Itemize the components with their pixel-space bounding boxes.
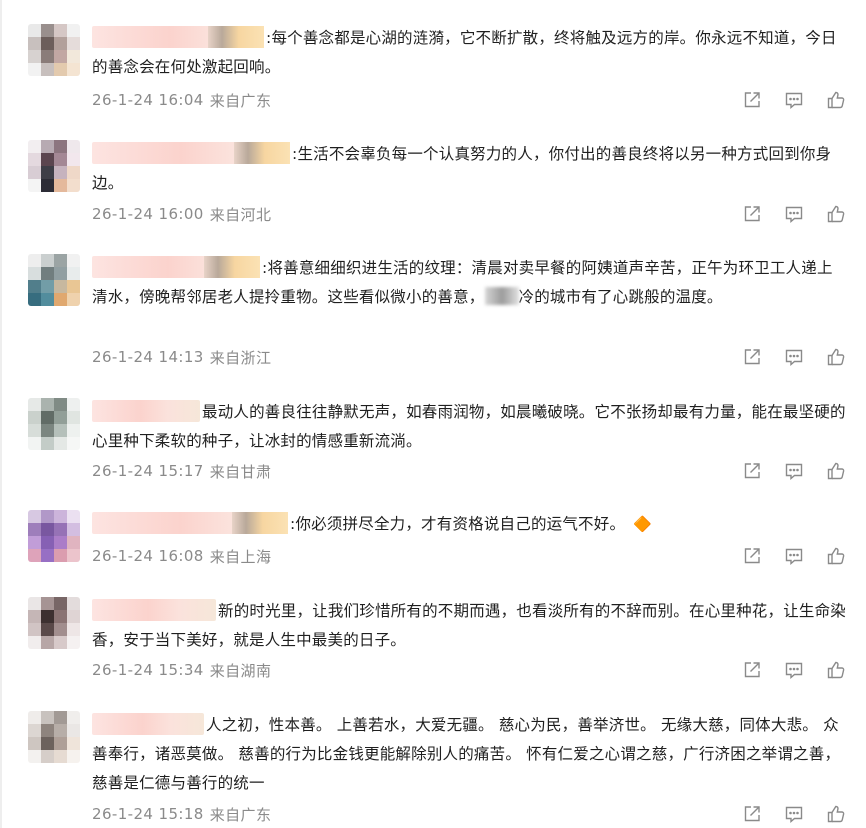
like-icon[interactable] [826, 546, 846, 566]
comment-text: :你必须拼尽全力，才有资格说自己的运气不好。 🔶 [92, 510, 846, 539]
comment-location: 来自河北 [209, 205, 272, 224]
comment-time: 26-1-24 16:00 [92, 205, 204, 223]
comment-icon[interactable] [784, 546, 804, 566]
avatar[interactable] [28, 510, 80, 562]
comment-location: 来自浙江 [209, 348, 272, 367]
avatar[interactable] [28, 254, 80, 306]
avatar[interactable] [28, 398, 80, 450]
like-icon[interactable] [826, 804, 846, 824]
username[interactable] [92, 399, 200, 422]
like-icon[interactable] [826, 347, 846, 367]
comment-location: 来自广东 [209, 805, 272, 824]
comment-actions [742, 202, 846, 226]
share-icon[interactable] [742, 660, 762, 680]
avatar[interactable] [28, 711, 80, 763]
comment-item: :将善意细细织进生活的纹理：清晨对卖早餐的阿姨道声辛苦，正午为环卫工人递上清水，… [2, 254, 866, 374]
share-icon[interactable] [742, 804, 762, 824]
comment-item: 人之初，性本善。 上善若水，大爱无疆。 慈心为民，善举济世。 无缘大慈，同体大悲… [2, 711, 866, 826]
like-icon[interactable] [826, 90, 846, 110]
comment-actions [742, 544, 846, 568]
share-icon[interactable] [742, 461, 762, 481]
share-icon[interactable] [742, 347, 762, 367]
comment-actions [742, 88, 846, 112]
avatar[interactable] [28, 597, 80, 649]
comment-location: 来自广东 [209, 91, 272, 110]
comment-text: :生活不会辜负每一个认真努力的人，你付出的善良终将以另一种方式回到你身边。 [92, 140, 846, 198]
share-icon[interactable] [742, 546, 762, 566]
comment-item: :每个善念都是心湖的涟漪，它不断扩散，终将触及远方的岸。你永远不知道，今日的善念… [2, 24, 866, 119]
comment-time: 26-1-24 15:18 [92, 805, 204, 823]
comment-time: 26-1-24 15:34 [92, 661, 204, 679]
avatar[interactable] [28, 140, 80, 192]
share-icon[interactable] [742, 204, 762, 224]
comment-time: 26-1-24 16:08 [92, 547, 204, 565]
comment-location: 来自湖南 [209, 661, 272, 680]
like-icon[interactable] [826, 461, 846, 481]
like-icon[interactable] [826, 204, 846, 224]
comment-text: 新的时光里，让我们珍惜所有的不期而遇，也看淡所有的不辞而别。在心里种花，让生命染… [92, 597, 846, 655]
username[interactable] [92, 141, 290, 164]
comment-location: 来自上海 [209, 547, 272, 566]
like-icon[interactable] [826, 660, 846, 680]
comment-item: :生活不会辜负每一个认真努力的人，你付出的善良终将以另一种方式回到你身边。 26… [2, 140, 866, 235]
comment-actions [742, 345, 846, 369]
comment-icon[interactable] [784, 90, 804, 110]
comment-icon[interactable] [784, 461, 804, 481]
comment-time: 26-1-24 15:17 [92, 462, 204, 480]
username[interactable] [92, 712, 204, 735]
comment-text: :将善意细细织进生活的纹理：清晨对卖早餐的阿姨道声辛苦，正午为环卫工人递上清水，… [92, 254, 846, 312]
comment-text: 人之初，性本善。 上善若水，大爱无疆。 慈心为民，善举济世。 无缘大慈，同体大悲… [92, 711, 846, 798]
comment-time: 26-1-24 14:13 [92, 348, 204, 366]
comment-feed: :每个善念都是心湖的涟漪，它不断扩散，终将触及远方的岸。你永远不知道，今日的善念… [0, 0, 866, 828]
comment-icon[interactable] [784, 660, 804, 680]
comment-time: 26-1-24 16:04 [92, 91, 204, 109]
comment-icon[interactable] [784, 347, 804, 367]
avatar[interactable] [28, 24, 80, 76]
username[interactable] [92, 598, 216, 621]
diamond-emoji-icon: 🔶 [633, 515, 653, 533]
comment-actions [742, 459, 846, 483]
comment-item: 新的时光里，让我们珍惜所有的不期而遇，也看淡所有的不辞而别。在心里种花，让生命染… [2, 597, 866, 692]
comment-item: :你必须拼尽全力，才有资格说自己的运气不好。 🔶 26-1-24 16:08 来自… [2, 510, 866, 580]
comment-actions [742, 802, 846, 826]
username[interactable] [92, 255, 260, 278]
comment-icon[interactable] [784, 804, 804, 824]
username[interactable] [92, 511, 288, 534]
comment-text: :每个善念都是心湖的涟漪，它不断扩散，终将触及远方的岸。你永远不知道，今日的善念… [92, 24, 846, 82]
comment-icon[interactable] [784, 204, 804, 224]
comment-location: 来自甘肃 [209, 462, 272, 481]
blurred-text [484, 286, 519, 305]
comment-actions [742, 658, 846, 682]
comment-text: 最动人的善良往往静默无声，如春雨润物，如晨曦破晓。它不张扬却最有力量，能在最坚硬… [92, 398, 846, 456]
username[interactable] [92, 25, 264, 48]
comment-item: 最动人的善良往往静默无声，如春雨润物，如晨曦破晓。它不张扬却最有力量，能在最坚硬… [2, 398, 866, 493]
share-icon[interactable] [742, 90, 762, 110]
